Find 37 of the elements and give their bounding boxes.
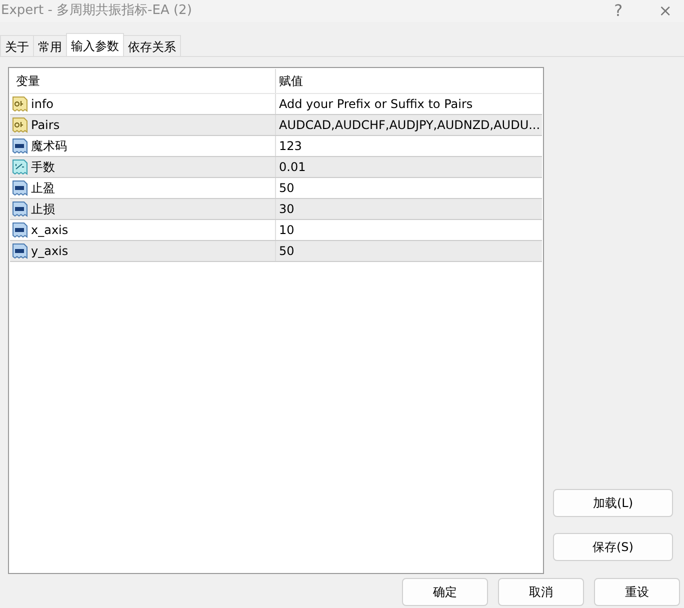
tab[interactable]: 输入参数 <box>66 33 124 56</box>
fraction-type-icon <box>12 159 28 175</box>
dialog-button[interactable]: 重设 <box>594 578 680 606</box>
parameter-name: 止损 <box>31 201 55 218</box>
help-button[interactable]: ? <box>614 3 623 19</box>
text-type-icon <box>12 96 28 112</box>
parameter-value[interactable]: 0.01 <box>276 158 542 176</box>
parameter-name: y_axis <box>31 243 68 260</box>
integer-type-icon <box>12 243 28 259</box>
parameter-value[interactable]: 30 <box>276 200 542 218</box>
parameter-value[interactable]: 50 <box>276 242 542 260</box>
integer-type-icon <box>12 180 28 196</box>
side-button[interactable]: 加载(L) <box>553 489 673 517</box>
parameter-name: 手数 <box>31 159 55 176</box>
window-title: Expert - 多周期共振指标-EA (2) <box>1 2 192 20</box>
parameter-value[interactable]: Add your Prefix or Suffix to Pairs <box>276 95 542 113</box>
column-header[interactable]: 赋值 <box>279 74 303 88</box>
parameter-value[interactable]: AUDCAD,AUDCHF,AUDJPY,AUDNZD,AUDU... <box>276 116 542 134</box>
dialog-button[interactable]: 取消 <box>498 578 584 606</box>
parameter-value[interactable]: 50 <box>276 179 542 197</box>
parameter-name: 魔术码 <box>31 138 67 155</box>
parameter-name: 止盈 <box>31 180 55 197</box>
tab[interactable]: 依存关系 <box>123 35 181 56</box>
integer-type-icon <box>12 222 28 238</box>
dialog-button[interactable]: 确定 <box>402 578 488 606</box>
parameter-value[interactable]: 10 <box>276 221 542 239</box>
parameter-name: x_axis <box>31 222 68 239</box>
close-button[interactable]: × <box>658 3 672 19</box>
parameter-name: Pairs <box>31 117 60 134</box>
integer-type-icon <box>12 201 28 217</box>
tab[interactable]: 关于 <box>0 35 34 56</box>
side-button[interactable]: 保存(S) <box>553 533 673 561</box>
parameter-name: info <box>31 96 54 113</box>
parameter-value[interactable]: 123 <box>276 137 542 155</box>
integer-type-icon <box>12 138 28 154</box>
text-type-icon <box>12 117 28 133</box>
column-header[interactable]: 变量 <box>16 72 40 90</box>
